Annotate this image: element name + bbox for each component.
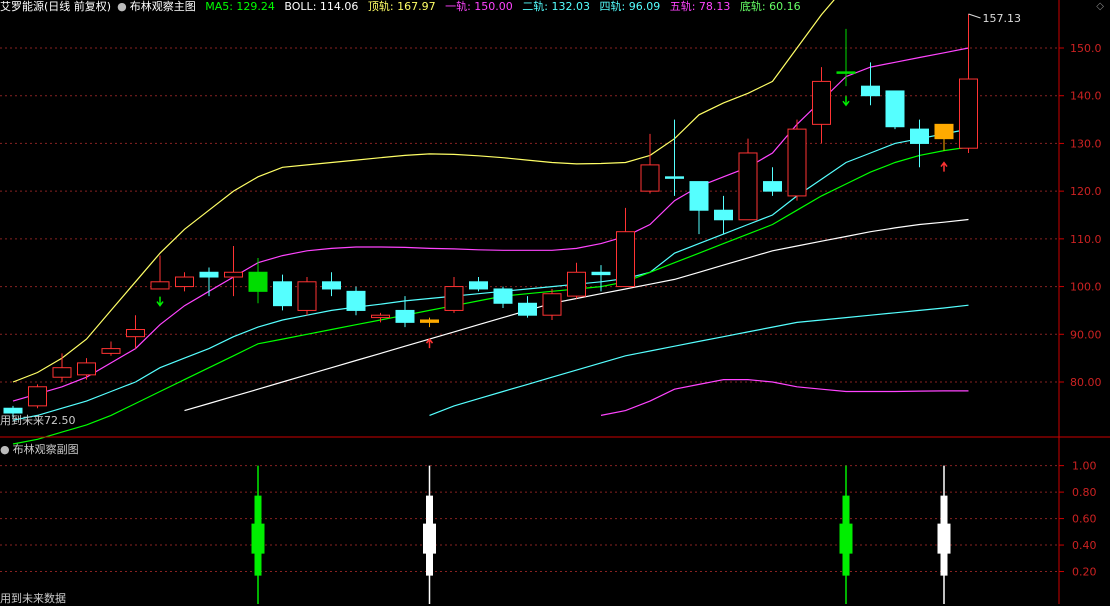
candle-body [591, 271, 611, 276]
sub-settings-icon[interactable]: ● [0, 443, 10, 456]
candle-body [224, 271, 243, 278]
high-price-label: 157.13 [983, 12, 1022, 25]
sub-y-tick-label: 0.60 [1072, 513, 1097, 526]
bottom-band-value: 底轨: 60.16 [739, 0, 801, 13]
candle-body [469, 281, 488, 290]
candle-body [812, 80, 831, 125]
sell-arrow-icon [842, 96, 850, 107]
y-tick-label: 100.0 [1070, 281, 1102, 294]
candle-body [126, 329, 145, 338]
series-line-band2 [12, 128, 969, 421]
sub-y-tick-label: 1.00 [1072, 460, 1097, 473]
band1-value: 一轨: 150.00 [445, 0, 513, 13]
candle-body [836, 71, 856, 74]
candle-body [689, 181, 709, 211]
top-band-value: 顶轨: 167.97 [367, 0, 436, 13]
series-line-band5 [600, 379, 969, 416]
sub-bar-core [937, 523, 951, 554]
candle-body [910, 128, 929, 144]
candle-body [297, 281, 317, 311]
candle-body [738, 152, 758, 221]
candle-body [444, 286, 464, 311]
candle-body [787, 128, 807, 197]
candle-body [885, 90, 905, 128]
candle-body [861, 85, 880, 97]
sub-pane-grid [0, 465, 1059, 573]
ma5-value: MA5: 129.24 [205, 0, 275, 13]
sub-bar-core [839, 523, 853, 554]
sell-arrow-icon [156, 296, 164, 307]
candle-body [28, 386, 47, 407]
candle-body [273, 281, 292, 307]
candle-body [150, 281, 170, 290]
sub-bar-core [423, 523, 436, 554]
y-tick-label: 120.0 [1070, 185, 1102, 198]
y-tick-label: 140.0 [1070, 90, 1102, 103]
y-tick-label: 150.0 [1070, 42, 1102, 55]
candles: 157.13 [3, 12, 1022, 418]
sub-pane-title[interactable]: 布林观察副图 [13, 443, 79, 456]
sub-y-tick-label: 0.20 [1072, 566, 1097, 579]
sub-y-axis: 1.00 0.80 0.60 0.40 0.20 [1059, 460, 1097, 579]
stock-name: 艾罗能源(日线 前复权) [0, 0, 112, 13]
sub-pane-bars [251, 465, 951, 604]
candle-body [175, 276, 194, 288]
y-tick-label: 90.00 [1070, 328, 1102, 341]
candle-body [420, 319, 439, 323]
candle-body [371, 314, 390, 319]
candle-body [518, 302, 537, 316]
buy-arrow-icon [940, 161, 948, 172]
candle-body [493, 288, 513, 304]
chart-header: 艾罗能源(日线 前复权) ● 布林观察主图 MA5: 129.24 BOLL: 11… [0, 0, 807, 14]
sub-y-tick-label: 0.40 [1072, 539, 1097, 552]
y-tick-label: 130.0 [1070, 137, 1102, 150]
collapse-icon[interactable]: ◇ [1096, 1, 1104, 12]
candle-body [248, 271, 268, 292]
y-tick-label: 110.0 [1070, 233, 1102, 246]
candle-body [199, 271, 219, 278]
candle-body [52, 367, 72, 378]
y-tick-label: 80.00 [1070, 376, 1102, 389]
candle-body [322, 281, 341, 290]
high-pointer [968, 13, 981, 19]
series-line-band4 [429, 304, 969, 416]
sub-y-tick-label: 0.80 [1072, 486, 1097, 499]
candle-body [77, 362, 96, 376]
candle-body [567, 271, 586, 297]
buy-arrow-icon [425, 337, 434, 349]
candle-body [101, 348, 121, 354]
main-y-axis: 150.0 140.0 130.0 120.0 110.0 100.0 90.00 80.00 [1059, 42, 1102, 389]
sub-pane-header: ● 布林观察副图 [0, 441, 79, 457]
candle-body [395, 309, 415, 323]
band-lines [12, 0, 969, 445]
sub-bar-core [251, 523, 265, 554]
band4-value: 四轨: 96.09 [599, 0, 661, 13]
band5-value: 五轨: 78.13 [669, 0, 731, 13]
candle-body [934, 123, 954, 140]
candle-body [640, 164, 660, 192]
boll-value: BOLL: 114.06 [284, 0, 359, 13]
settings-icon[interactable]: ● [117, 0, 127, 13]
candle-body [616, 231, 635, 288]
band2-value: 二轨: 132.03 [522, 0, 590, 13]
main-future-note: 用到未来72.50 [0, 414, 76, 427]
candle-body [763, 181, 782, 192]
candle-body [346, 290, 366, 311]
candle-body [665, 176, 684, 179]
chart-canvas: 157.13 150.0 140.0 130.0 120.0 110.0 100.0 90.… [0, 0, 1110, 604]
candle-body [714, 209, 733, 221]
main-chart-name[interactable]: 布林观察主图 [130, 0, 196, 13]
candle-body [959, 78, 978, 149]
candle-body [542, 293, 562, 316]
